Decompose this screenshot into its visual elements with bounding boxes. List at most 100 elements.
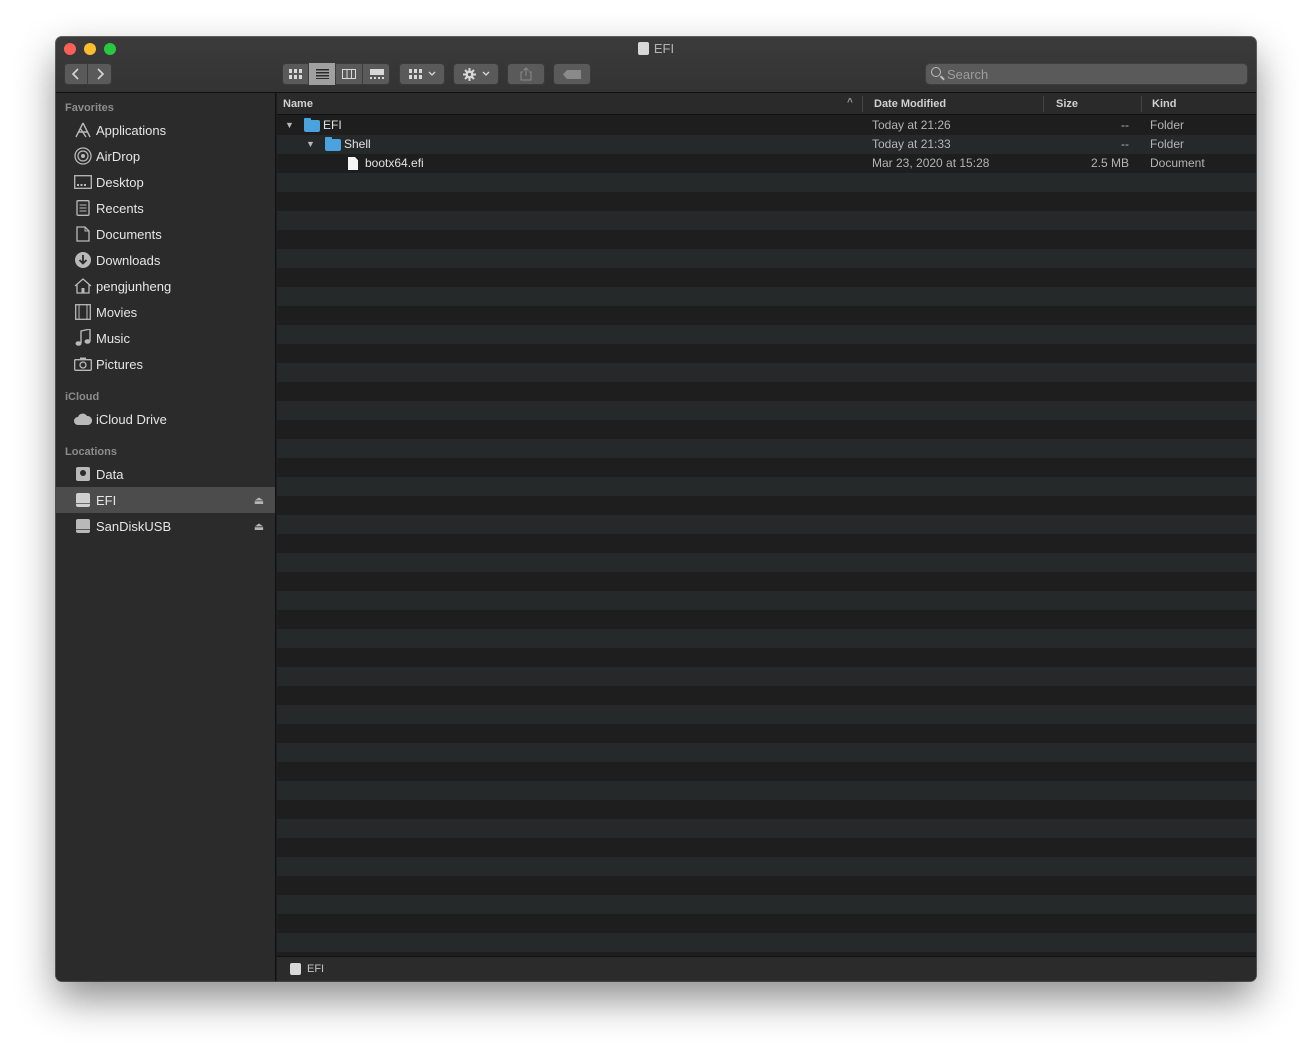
disclosure-triangle-icon[interactable]: ▼	[306, 139, 315, 149]
icon-view-button[interactable]	[282, 63, 309, 85]
back-button[interactable]	[64, 63, 88, 85]
file-kind: Folder	[1150, 137, 1185, 151]
file-date: Today at 21:26	[872, 118, 951, 132]
window-title-label: EFI	[653, 41, 675, 56]
document-icon	[348, 157, 358, 170]
sidebar: Favorites Applications AirDrop Desktop R…	[56, 93, 276, 981]
sidebar-item-home[interactable]: pengjunheng	[56, 273, 275, 299]
file-name: EFI	[323, 118, 342, 132]
row-stripe	[277, 363, 1256, 382]
window-title: EFI	[56, 41, 1256, 56]
row-stripe	[277, 819, 1256, 838]
sidebar-item-music[interactable]: Music	[56, 325, 275, 351]
share-control	[507, 63, 545, 85]
search-field[interactable]	[925, 63, 1248, 85]
sidebar-item-label: EFI	[96, 492, 117, 508]
grid-icon	[288, 69, 302, 79]
sidebar-item-label: pengjunheng	[96, 278, 172, 294]
column-size[interactable]: Size	[1056, 98, 1078, 110]
group-by-control	[399, 63, 445, 85]
path-bar-item[interactable]: EFI	[307, 963, 324, 975]
row-stripe	[277, 306, 1256, 325]
file-row-efi[interactable]: ▼ EFI Today at 21:26 -- Folder	[277, 116, 1256, 135]
downloads-icon	[74, 251, 92, 269]
disclosure-triangle-icon[interactable]: ▼	[285, 120, 294, 130]
sidebar-item-label: Pictures	[96, 356, 143, 372]
sidebar-item-pictures[interactable]: Pictures	[56, 351, 275, 377]
row-stripe	[277, 268, 1256, 287]
title-bar: EFI	[56, 37, 1256, 93]
group-button[interactable]	[399, 63, 445, 85]
row-stripe	[277, 724, 1256, 743]
music-icon	[74, 329, 92, 347]
file-rows: ▼ EFI Today at 21:26 -- Folder ▼ Shell T…	[277, 116, 1256, 956]
sidebar-item-airdrop[interactable]: AirDrop	[56, 143, 275, 169]
gallery-icon	[369, 69, 384, 79]
sidebar-section-favorites: Favorites	[65, 102, 114, 114]
row-stripe	[277, 325, 1256, 344]
row-stripe	[277, 382, 1256, 401]
applications-icon	[74, 121, 92, 139]
pictures-icon	[74, 355, 92, 373]
sidebar-item-downloads[interactable]: Downloads	[56, 247, 275, 273]
sidebar-item-label: Data	[96, 466, 124, 482]
action-button[interactable]	[453, 63, 499, 85]
row-stripe	[277, 192, 1256, 211]
column-kind[interactable]: Kind	[1152, 98, 1176, 110]
gallery-view-button[interactable]	[363, 63, 390, 85]
row-stripe	[277, 895, 1256, 914]
sidebar-item-recents[interactable]: Recents	[56, 195, 275, 221]
home-icon	[74, 277, 92, 295]
sidebar-item-applications[interactable]: Applications	[56, 117, 275, 143]
cloud-icon	[74, 410, 92, 428]
row-stripe	[277, 572, 1256, 591]
file-list: Name ^ Date Modified Size Kind ▼ EFI Tod…	[277, 93, 1256, 981]
recents-icon	[74, 199, 92, 217]
row-stripe	[277, 230, 1256, 249]
row-stripe	[277, 534, 1256, 553]
sidebar-item-sandiskusb[interactable]: SanDiskUSB ⏏	[56, 513, 275, 539]
eject-icon[interactable]: ⏏	[249, 494, 269, 507]
path-bar: EFI	[277, 956, 1256, 981]
share-icon	[520, 67, 532, 81]
sidebar-item-label: Music	[96, 330, 130, 346]
column-name[interactable]: Name	[283, 98, 313, 110]
sidebar-item-icloud-drive[interactable]: iCloud Drive	[56, 406, 275, 432]
row-stripe	[277, 477, 1256, 496]
row-stripe	[277, 287, 1256, 306]
tag-button[interactable]	[553, 63, 591, 85]
sidebar-item-label: SanDiskUSB	[96, 518, 172, 534]
sidebar-item-label: Documents	[96, 226, 162, 242]
eject-icon[interactable]: ⏏	[249, 520, 269, 533]
file-kind: Document	[1150, 156, 1205, 170]
row-stripe	[277, 705, 1256, 724]
share-button[interactable]	[507, 63, 545, 85]
column-view-button[interactable]	[336, 63, 363, 85]
disk-icon	[74, 491, 92, 509]
row-stripe	[277, 629, 1256, 648]
row-stripe	[277, 439, 1256, 458]
sidebar-item-desktop[interactable]: Desktop	[56, 169, 275, 195]
row-stripe	[277, 857, 1256, 876]
sidebar-item-documents[interactable]: Documents	[56, 221, 275, 247]
sidebar-item-efi[interactable]: EFI ⏏	[56, 487, 275, 513]
row-stripe	[277, 800, 1256, 819]
disk-icon	[290, 963, 301, 975]
forward-button[interactable]	[88, 63, 112, 85]
column-date-modified[interactable]: Date Modified	[874, 98, 946, 110]
search-input[interactable]	[947, 63, 1243, 85]
row-stripe	[277, 211, 1256, 230]
sidebar-item-label: Downloads	[96, 252, 161, 268]
chevron-right-icon	[97, 68, 105, 80]
file-row-bootx64[interactable]: bootx64.efi Mar 23, 2020 at 15:28 2.5 MB…	[277, 154, 1256, 173]
row-stripe	[277, 458, 1256, 477]
list-view-button[interactable]	[309, 63, 336, 85]
sidebar-item-data[interactable]: Data	[56, 461, 275, 487]
disk-icon	[74, 465, 92, 483]
row-stripe	[277, 173, 1256, 192]
row-stripe	[277, 420, 1256, 439]
sidebar-item-movies[interactable]: Movies	[56, 299, 275, 325]
file-row-shell[interactable]: ▼ Shell Today at 21:33 -- Folder	[277, 135, 1256, 154]
sidebar-item-label: Recents	[96, 200, 144, 216]
row-stripe	[277, 648, 1256, 667]
